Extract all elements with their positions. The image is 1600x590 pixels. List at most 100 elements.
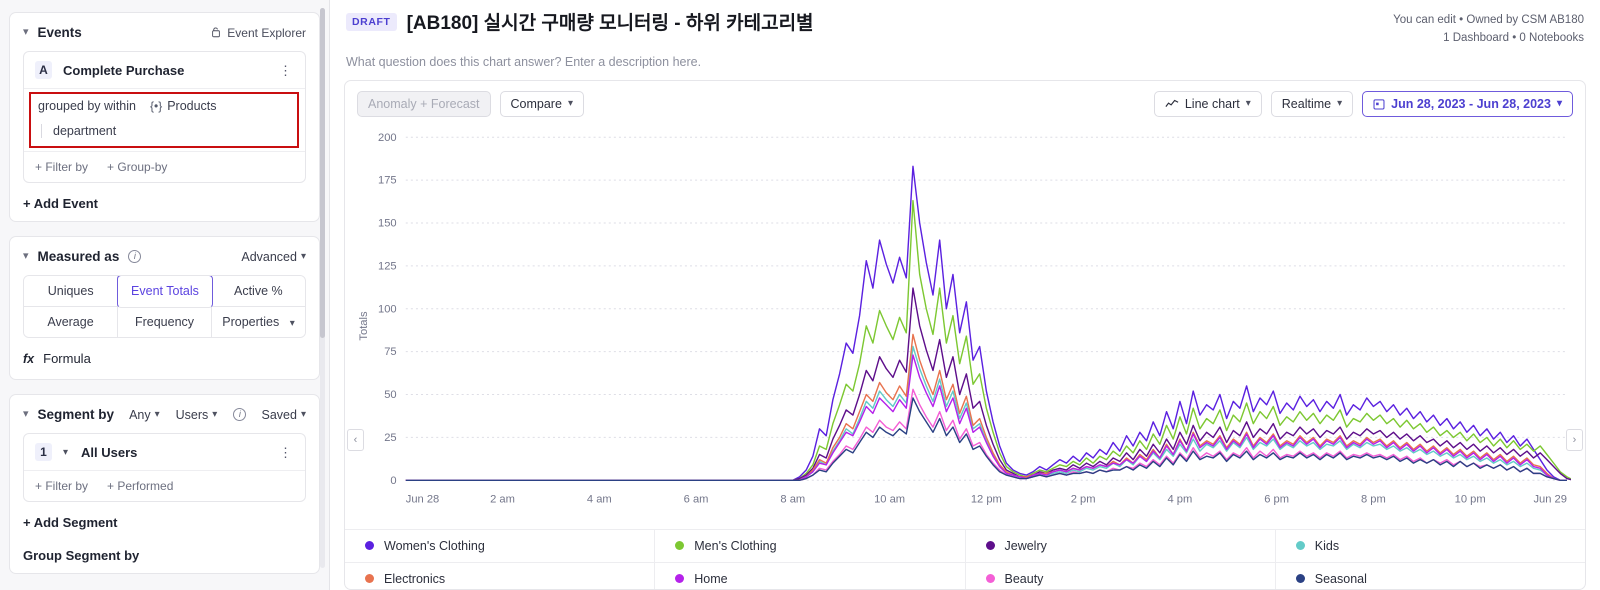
segment-by-title: Segment by (37, 407, 115, 422)
events-title: Events (37, 25, 82, 40)
anomaly-forecast-button[interactable]: Anomaly + Forecast (357, 90, 491, 117)
scroll-right-button[interactable]: › (1566, 428, 1583, 451)
braces-icon: {•} (149, 99, 163, 113)
advanced-dropdown[interactable]: Advanced ▾ (241, 250, 306, 264)
measure-option-average[interactable]: Average (24, 307, 118, 337)
grid-lines (405, 136, 1567, 481)
svg-text:8 pm: 8 pm (1361, 493, 1386, 505)
grouped-by-label: grouped by within (38, 99, 136, 113)
segment-by-header: ▾ Segment by Any ▾ Users ▾ i Saved ▾ (23, 407, 306, 422)
chevron-down-icon[interactable]: ▾ (63, 447, 68, 458)
svg-text:4 pm: 4 pm (1167, 493, 1192, 505)
legend-item-kids[interactable]: Kids (1276, 530, 1585, 562)
legend-item-mens-clothing[interactable]: Men's Clothing (655, 529, 966, 562)
legend-item-seasonal[interactable]: Seasonal (1276, 563, 1585, 589)
measure-option-properties[interactable]: Properties ▾ (212, 307, 305, 337)
status-badge: DRAFT (346, 12, 397, 31)
ownership-meta: You can edit • Owned by CSM AB180 1 Dash… (1393, 8, 1584, 48)
event-explorer-label: Event Explorer (227, 25, 306, 40)
event-filter-by-button[interactable]: + Filter by (35, 160, 88, 174)
legend-item-electronics[interactable]: Electronics (345, 562, 656, 589)
legend-item-home[interactable]: Home (655, 562, 966, 589)
date-range-label: Jun 28, 2023 - Jun 28, 2023 (1391, 96, 1551, 111)
measured-as-title: Measured as (37, 249, 120, 264)
segment-any-label: Any (129, 407, 151, 422)
svg-text:2 pm: 2 pm (1071, 493, 1096, 505)
date-range-button[interactable]: Jun 28, 2023 - Jun 28, 2023 ▾ (1362, 90, 1573, 117)
fx-icon: fx (23, 351, 35, 366)
measure-option-active-pct[interactable]: Active % (211, 276, 305, 307)
segment-users-dropdown[interactable]: Users ▾ (176, 408, 218, 422)
chart-type-button[interactable]: Line chart ▾ (1153, 90, 1262, 117)
plot-area: 0 25 50 75 100 125 150 175 200 Totals Jun 28 2 am… (345, 123, 1585, 529)
svg-text:50: 50 (384, 389, 396, 401)
segment-options-kebab-icon[interactable]: ⋮ (277, 446, 294, 459)
segment-saved-label: Saved (261, 407, 297, 422)
event-options-kebab-icon[interactable]: ⋮ (277, 64, 294, 77)
series-line[interactable] (405, 353, 1567, 481)
event-name[interactable]: Complete Purchase (63, 63, 277, 78)
legend-item-beauty[interactable]: Beauty (966, 562, 1276, 589)
event-explorer-button[interactable]: Event Explorer (210, 26, 306, 40)
measure-option-frequency[interactable]: Frequency (118, 307, 212, 337)
legend-label: Beauty (1004, 571, 1044, 586)
ownership-line: You can edit • Owned by CSM AB180 (1393, 14, 1584, 26)
chevron-down-icon[interactable]: ▾ (23, 251, 29, 262)
legend-item-jewelry[interactable]: Jewelry (966, 529, 1276, 562)
series-line[interactable] (405, 388, 1567, 481)
legend-color-dot (985, 574, 995, 584)
measure-option-uniques[interactable]: Uniques (24, 276, 119, 307)
segment-saved-dropdown[interactable]: Saved ▾ (262, 408, 306, 422)
page-title[interactable]: [AB180] 실시간 구매량 모니터링 - 하위 카테고리별 (407, 8, 814, 35)
measure-option-event-totals[interactable]: Event Totals (117, 276, 213, 308)
chart-description-input[interactable]: What question does this chart answer? En… (330, 48, 1600, 69)
legend-color-dot (365, 574, 374, 584)
add-segment-button[interactable]: + Add Segment (23, 515, 306, 530)
add-event-button[interactable]: + Add Event (23, 196, 306, 211)
legend-label: Seasonal (1314, 571, 1367, 586)
grouped-by-row[interactable]: grouped by within {•} Products (38, 99, 290, 113)
legend-color-dot (1295, 541, 1305, 551)
segment-filter-by-button[interactable]: + Filter by (35, 479, 88, 493)
chevron-down-icon: ▾ (300, 409, 306, 420)
app-root: ▾ Events Event Explorer A Complete Purch… (0, 0, 1600, 590)
chevron-down-icon[interactable]: ▾ (23, 27, 29, 38)
info-icon[interactable]: i (128, 250, 142, 263)
svg-text:10 am: 10 am (874, 493, 905, 505)
segment-name[interactable]: All Users (81, 445, 277, 460)
segment-any-dropdown[interactable]: Any ▾ (129, 408, 160, 422)
svg-text:4 am: 4 am (587, 493, 612, 505)
query-builder-sidebar: ▾ Events Event Explorer A Complete Purch… (0, 0, 330, 590)
series-lines (405, 165, 1571, 481)
compare-label: Compare (510, 96, 562, 111)
measured-as-header: ▾ Measured as i Advanced ▾ (23, 249, 306, 264)
legend-label: Jewelry (1004, 538, 1047, 553)
formula-button[interactable]: fx Formula (23, 351, 306, 366)
series-line[interactable] (405, 345, 1567, 481)
legend-item-womens-clothing[interactable]: Women's Clothing (345, 529, 656, 562)
event-header-row: A Complete Purchase ⋮ (24, 52, 305, 89)
event-group-by-button[interactable]: + Group-by (107, 160, 167, 174)
group-by-highlight-region: grouped by within {•} Products departmen… (29, 92, 299, 148)
info-icon[interactable]: i (233, 408, 247, 421)
grouped-by-sub-property[interactable]: department (41, 124, 290, 138)
scroll-left-button[interactable]: ‹ (347, 428, 364, 451)
legend-label: Electronics (384, 571, 446, 586)
segment-performed-button[interactable]: + Performed (107, 479, 173, 493)
compare-button[interactable]: Compare ▾ (499, 90, 584, 117)
sidebar-scrollbar-thumb[interactable] (320, 8, 325, 338)
legend-color-dot (365, 541, 374, 551)
line-chart-svg[interactable]: 0 25 50 75 100 125 150 175 200 Totals Jun 28 2 am… (353, 123, 1571, 529)
refresh-mode-button[interactable]: Realtime ▾ (1270, 90, 1354, 117)
legend-color-dot (675, 574, 685, 584)
segment-block: 1 ▾ All Users ⋮ + Filter by + Performed (23, 433, 306, 502)
legend-label: Men's Clothing (694, 538, 777, 553)
calendar-icon (1373, 98, 1385, 110)
segment-header-row: 1 ▾ All Users ⋮ (24, 434, 305, 471)
series-line[interactable] (405, 287, 1571, 481)
chart-card: Anomaly + Forecast Compare ▾ Line chart … (344, 79, 1586, 590)
segment-users-label: Users (175, 407, 209, 422)
series-line[interactable] (405, 199, 1571, 481)
chevron-down-icon[interactable]: ▾ (23, 409, 29, 420)
svg-text:6 pm: 6 pm (1264, 493, 1289, 505)
